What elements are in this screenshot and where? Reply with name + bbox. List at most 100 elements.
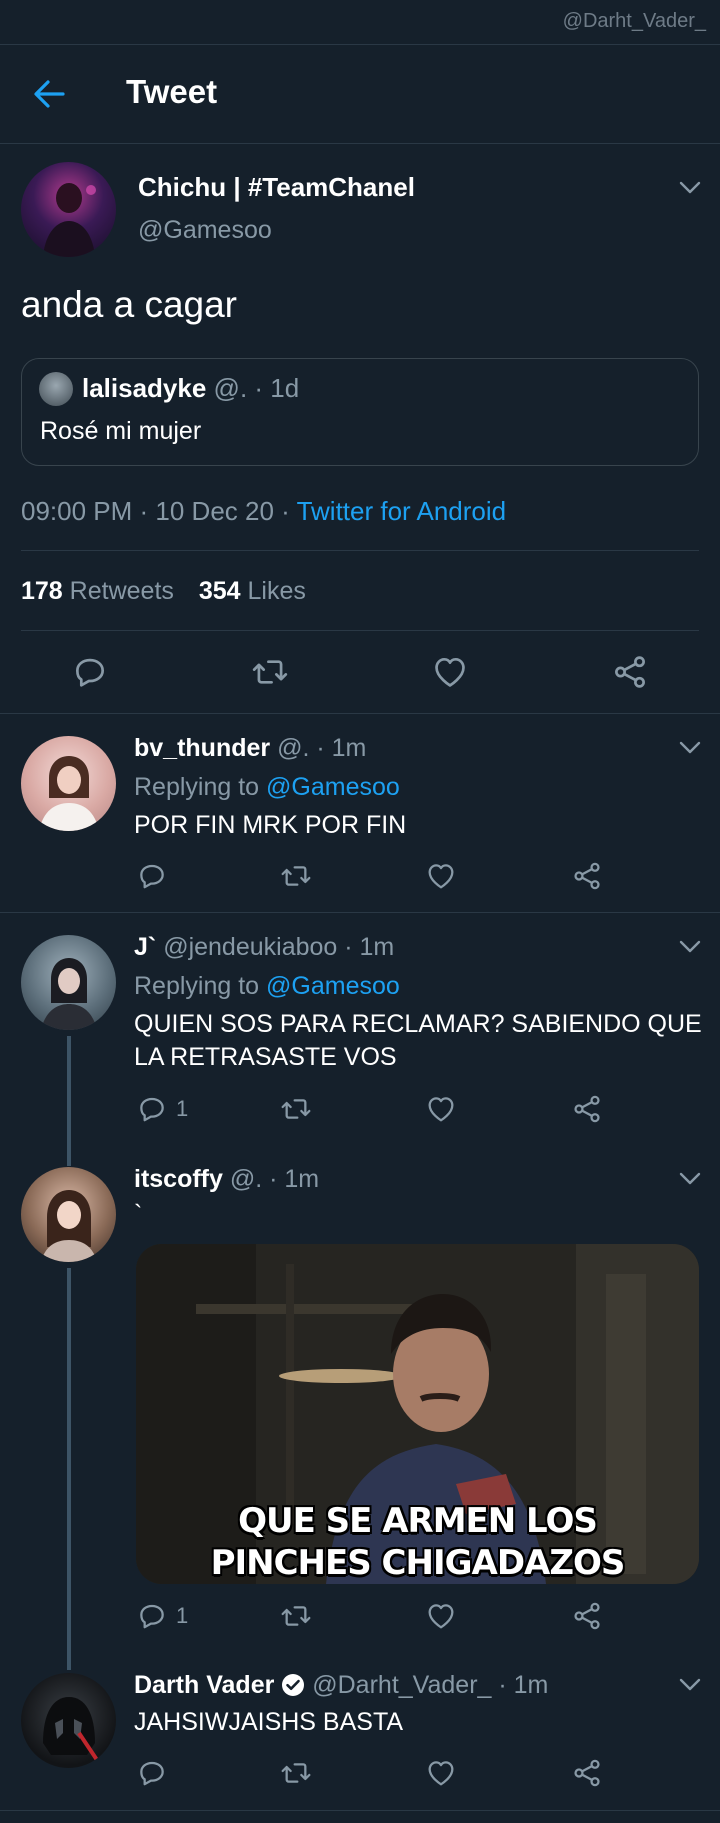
share-button[interactable] xyxy=(611,653,649,691)
reply-icon xyxy=(136,860,168,892)
avatar[interactable] xyxy=(21,935,116,1030)
reply-button[interactable]: 1 xyxy=(136,1600,188,1632)
main-action-bar xyxy=(0,653,720,693)
share-button[interactable] xyxy=(571,860,603,892)
retweet-button[interactable] xyxy=(280,860,312,892)
tweet-meta: 09:00 PM · 10 Dec 20 · Twitter for Andro… xyxy=(21,496,506,527)
likes-count: 354 xyxy=(198,577,241,605)
divider xyxy=(21,550,699,551)
replying-to-label: Replying to xyxy=(134,972,267,1000)
reply-action-bar xyxy=(0,860,720,900)
gif-caption-line-1: QUE SE ARMEN LOS xyxy=(238,1501,598,1541)
gif-caption-line-2: PINCHES CHIGADAZOS xyxy=(210,1543,626,1583)
reply-count: 1 xyxy=(176,1096,189,1121)
share-icon xyxy=(571,1093,603,1125)
reply-text-line-1: QUIEN SOS PARA RECLAMAR? SABIENDO QUE xyxy=(134,1010,702,1038)
chevron-down-icon[interactable] xyxy=(679,1678,701,1692)
divider xyxy=(0,1810,720,1811)
chevron-down-icon[interactable] xyxy=(679,1172,701,1186)
watermark: @Darht_Vader_ xyxy=(562,10,706,32)
reply-author-name[interactable]: J` xyxy=(134,933,156,961)
chevron-down-icon[interactable] xyxy=(679,181,701,195)
reply-meta: @jendeukiaboo · 1m xyxy=(163,933,395,961)
tweet-client-link[interactable]: Twitter for Android xyxy=(297,496,507,526)
divider xyxy=(0,912,720,913)
reply-text: POR FIN MRK POR FIN xyxy=(134,811,407,839)
share-icon xyxy=(571,1757,603,1789)
page-title: Tweet xyxy=(126,73,218,110)
reply-meta: @Darht_Vader_ · 1m xyxy=(312,1671,549,1699)
reply-action-bar: 1 xyxy=(0,1093,720,1133)
replying-to-link[interactable]: @Gamesoo xyxy=(266,773,400,801)
retweet-button[interactable] xyxy=(280,1093,312,1125)
likes-stat[interactable]: 354 Likes xyxy=(199,577,306,605)
retweets-label: Retweets xyxy=(69,577,174,605)
like-icon xyxy=(425,1093,457,1125)
avatar[interactable] xyxy=(21,736,116,831)
reply-button[interactable] xyxy=(71,653,109,691)
share-button[interactable] xyxy=(571,1600,603,1632)
reply-button[interactable]: 1 xyxy=(136,1093,188,1125)
quoted-tweet[interactable]: lalisadyke @. · 1d Rosé mi mujer xyxy=(21,358,699,466)
reply-text-line-2: LA RETRASASTE VOS xyxy=(134,1043,397,1071)
like-button[interactable] xyxy=(425,860,457,892)
quote-meta: @. · 1d xyxy=(213,373,300,403)
retweets-stat[interactable]: 178 Retweets xyxy=(21,577,174,605)
replying-to-link[interactable]: @Gamesoo xyxy=(266,972,400,1000)
back-arrow-icon[interactable] xyxy=(32,77,66,111)
retweet-button[interactable] xyxy=(280,1600,312,1632)
reply-count: 1 xyxy=(176,1603,189,1628)
avatar[interactable] xyxy=(21,162,116,257)
retweet-icon xyxy=(280,860,312,892)
reply-text: JAHSIWJAISHS BASTA xyxy=(134,1708,404,1736)
likes-label: Likes xyxy=(247,577,306,605)
reply-author-name[interactable]: itscoffy xyxy=(134,1165,223,1193)
reply-author-name[interactable]: Darth Vader xyxy=(134,1671,274,1699)
chevron-down-icon[interactable] xyxy=(679,741,701,755)
gif-media[interactable]: QUE SE ARMEN LOS PINCHES CHIGADAZOS xyxy=(136,1244,699,1584)
divider xyxy=(0,713,720,714)
reply-icon xyxy=(71,653,109,691)
avatar[interactable] xyxy=(21,1167,116,1262)
like-icon xyxy=(425,860,457,892)
like-icon xyxy=(431,653,469,691)
like-icon xyxy=(425,1600,457,1632)
like-button[interactable] xyxy=(425,1600,457,1632)
replying-to-label: Replying to xyxy=(134,773,267,801)
share-icon xyxy=(571,1600,603,1632)
quote-author-name: lalisadyke xyxy=(82,373,207,403)
reply-text: ` xyxy=(134,1200,143,1228)
share-button[interactable] xyxy=(571,1093,603,1125)
reply-meta: @. · 1m xyxy=(277,734,367,762)
retweet-icon xyxy=(280,1757,312,1789)
reply-button[interactable] xyxy=(136,1757,176,1789)
retweet-button[interactable] xyxy=(280,1757,312,1789)
avatar[interactable] xyxy=(21,1673,116,1768)
like-button[interactable] xyxy=(425,1093,457,1125)
retweet-button[interactable] xyxy=(251,653,289,691)
quote-text: Rosé mi mujer xyxy=(40,417,202,445)
tweet-text: anda a cagar xyxy=(21,284,238,325)
top-bar: Tweet xyxy=(0,44,720,144)
replying-to: Replying to @Gamesoo xyxy=(134,773,400,802)
retweet-icon xyxy=(251,653,289,691)
author-handle[interactable]: @Gamesoo xyxy=(138,216,272,245)
reply-icon xyxy=(136,1600,168,1632)
retweet-icon xyxy=(280,1600,312,1632)
reply-action-bar: 1 xyxy=(0,1600,720,1640)
replying-to: Replying to @Gamesoo xyxy=(134,972,400,1001)
reply-action-bar xyxy=(0,1757,720,1797)
tweet-timestamp: 09:00 PM · 10 Dec 20 · xyxy=(21,496,297,526)
like-button[interactable] xyxy=(431,653,469,691)
chevron-down-icon[interactable] xyxy=(679,940,701,954)
reply-icon xyxy=(136,1757,168,1789)
reply-author-name[interactable]: bv_thunder xyxy=(134,734,270,762)
share-button[interactable] xyxy=(571,1757,603,1789)
retweets-count: 178 xyxy=(21,577,63,605)
verified-icon xyxy=(282,1674,305,1696)
like-button[interactable] xyxy=(425,1757,457,1789)
reply-button[interactable] xyxy=(136,860,176,892)
tweet-stats: 178 Retweets 354 Likes xyxy=(21,577,306,606)
retweet-icon xyxy=(280,1093,312,1125)
author-name[interactable]: Chichu | #TeamChanel xyxy=(138,172,415,203)
